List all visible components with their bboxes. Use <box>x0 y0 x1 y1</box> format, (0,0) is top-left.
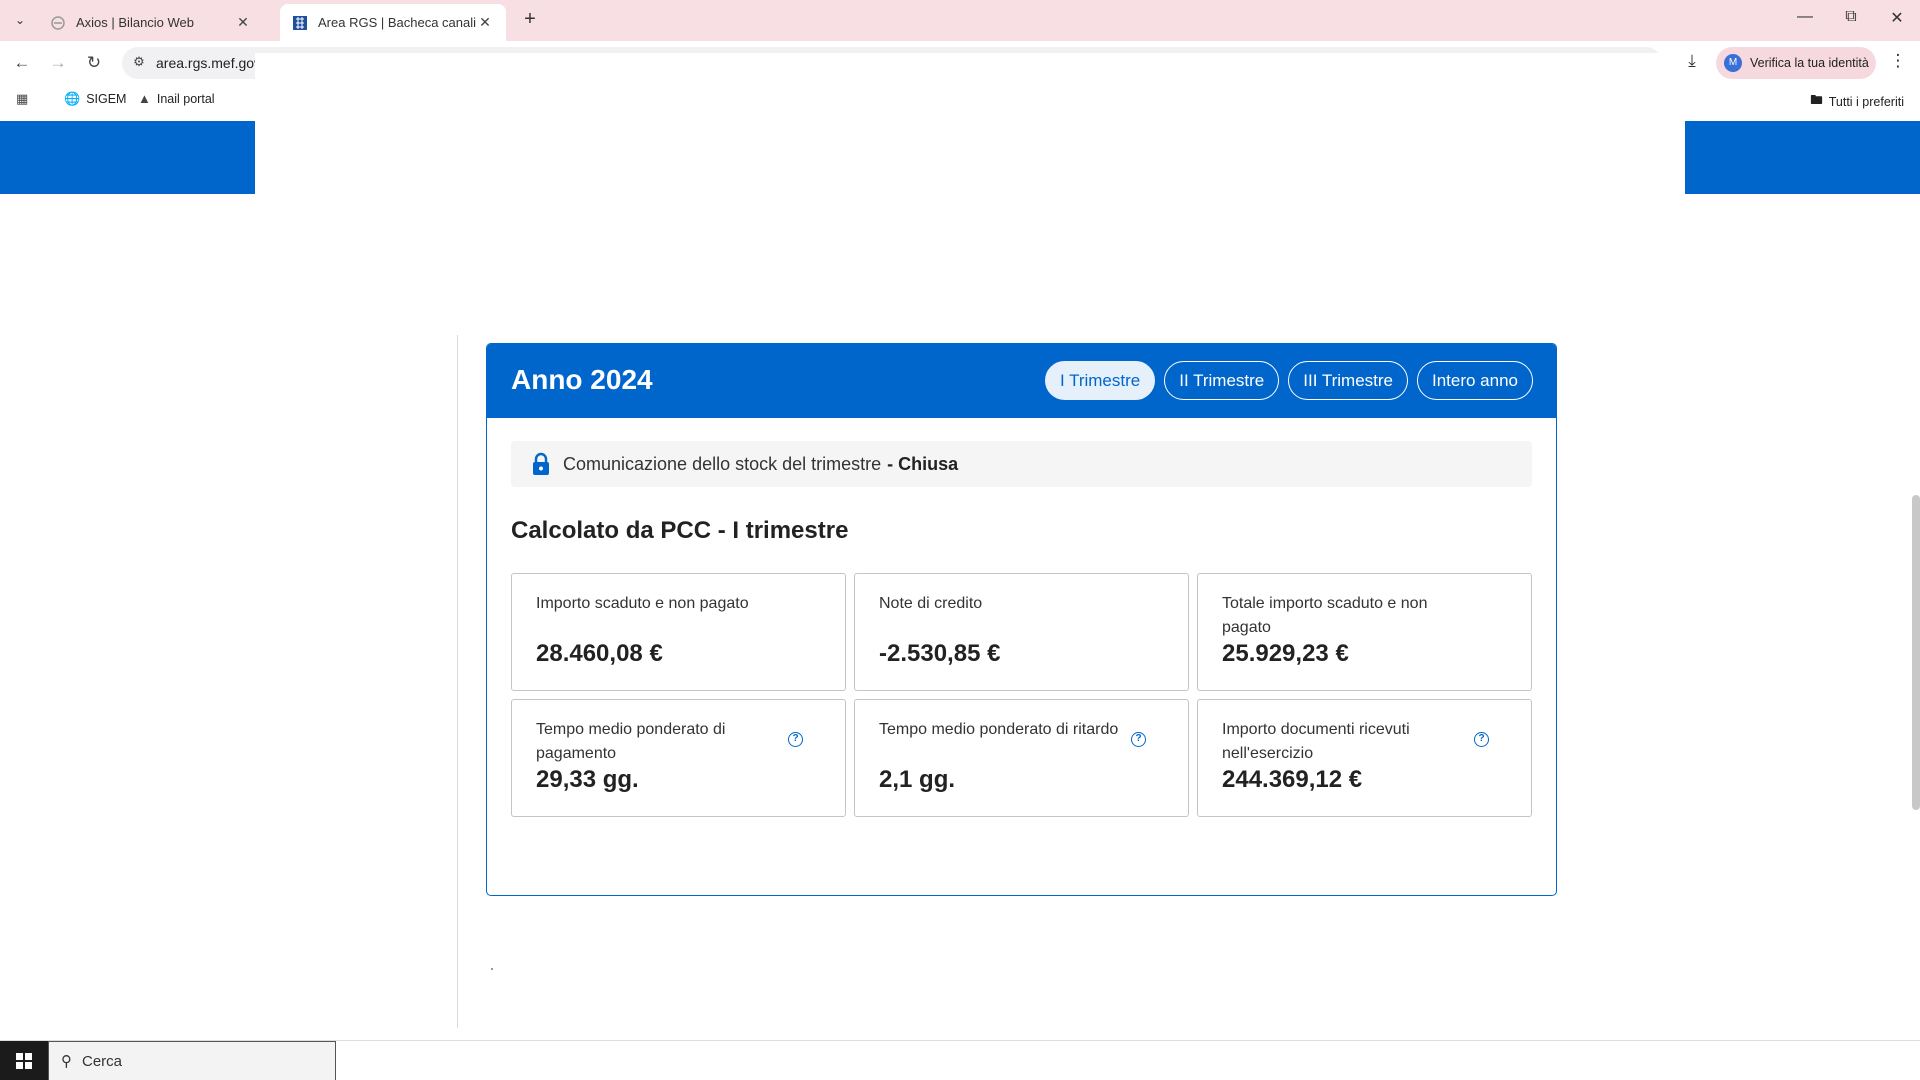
bookmark-inail[interactable]: ▲ Inail portal <box>138 91 215 106</box>
tab-intero-anno[interactable]: Intero anno <box>1416 361 1533 400</box>
card-header: Anno 2024 I Trimestre II Trimestre III T… <box>487 344 1556 418</box>
metric-card: Importo documenti ricevuti nell'esercizi… <box>1197 699 1532 817</box>
metric-value: -2.530,85 € <box>879 640 1001 667</box>
metric-value: 28.460,08 € <box>536 640 663 667</box>
back-arrow-icon[interactable]: ← <box>10 51 34 75</box>
metrics-grid: Importo scaduto e non pagato 28.460,08 €… <box>511 573 1532 817</box>
tab-title: Axios | Bilancio Web <box>76 15 195 30</box>
metric-card: Tempo medio ponderato di ritardo ? 2,1 g… <box>854 699 1189 817</box>
year-summary-card: Anno 2024 I Trimestre II Trimestre III T… <box>486 343 1557 896</box>
metric-card: Tempo medio ponderato di pagamento ? 29,… <box>511 699 846 817</box>
rgs-favicon-icon <box>293 15 307 30</box>
profile-button[interactable]: M Verifica la tua identità <box>1716 47 1876 79</box>
metric-label: Tempo medio ponderato di pagamento <box>536 721 726 762</box>
browser-tab-strip: ⌄ Axios | Bilancio Web ✕ Area RGS | Bach… <box>0 0 1920 41</box>
folder-icon: 🖿 <box>1810 93 1823 107</box>
more-menu-icon[interactable]: ⋮ <box>1888 51 1908 71</box>
profile-label: Verifica la tua identità <box>1750 56 1869 70</box>
metric-card: Importo scaduto e non pagato 28.460,08 € <box>511 573 846 691</box>
tab-search-chevron-icon[interactable]: ⌄ <box>8 10 32 30</box>
avatar: M <box>1724 54 1742 72</box>
url-text: area.rgs.mef.gov <box>156 55 262 71</box>
metric-value: 25.929,23 € <box>1222 640 1349 667</box>
tab-iii-trimestre[interactable]: III Trimestre <box>1288 361 1408 400</box>
scrollbar-thumb[interactable] <box>1912 495 1920 810</box>
bookmark-label: SIGEM <box>86 92 127 106</box>
site-info-icon[interactable]: ⚙ <box>130 54 148 70</box>
metric-label: Importo scaduto e non pagato <box>536 595 749 612</box>
help-question-icon[interactable]: ? <box>1474 732 1489 747</box>
metric-label: Importo documenti ricevuti nell'esercizi… <box>1222 721 1410 762</box>
metric-card: Totale importo scaduto e non pagato 25.9… <box>1197 573 1532 691</box>
browser-tab-bilancio[interactable]: Axios | Bilancio Web ✕ <box>38 4 264 41</box>
metric-value: 29,33 gg. <box>536 766 639 793</box>
bookmark-label: Inail portal <box>156 91 215 106</box>
new-tab-plus-icon[interactable]: + <box>518 8 542 31</box>
globe-icon: 🌐 <box>64 91 81 106</box>
metric-label: Tempo medio ponderato di ritardo <box>879 721 1119 738</box>
search-placeholder: Cerca <box>82 1052 123 1070</box>
start-button[interactable] <box>0 1041 48 1080</box>
restore-icon[interactable]: ⧉ <box>1836 8 1866 26</box>
all-bookmarks[interactable]: 🖿 Tutti i preferiti <box>1810 91 1904 112</box>
site-header-band <box>0 121 255 194</box>
forward-arrow-icon[interactable]: → <box>46 51 70 75</box>
tab-i-trimestre[interactable]: I Trimestre <box>1044 361 1156 400</box>
axios-favicon-icon <box>51 15 65 30</box>
metric-card: Note di credito -2.530,85 € <box>854 573 1189 691</box>
all-bookmarks-label: Tutti i preferiti <box>1828 94 1904 109</box>
overlay-panel <box>255 53 1685 193</box>
metric-label: Totale importo scaduto e non pagato <box>1222 595 1428 636</box>
status-separator: - <box>887 453 894 474</box>
window-close-icon[interactable]: ✕ <box>1882 8 1912 28</box>
taskbar: ⚲ Cerca <box>0 1040 1920 1080</box>
lock-icon <box>533 452 549 475</box>
taskbar-search-input[interactable]: ⚲ Cerca <box>48 1041 336 1080</box>
period-tabs: I Trimestre II Trimestre III Trimestre I… <box>1044 361 1533 400</box>
apps-grid-icon[interactable]: ▦ <box>16 91 34 107</box>
status-text: Comunicazione dello stock del trimestre <box>563 453 882 474</box>
search-icon: ⚲ <box>61 1053 72 1070</box>
section-title: Calcolato da PCC - I trimestre <box>511 517 849 544</box>
help-question-icon[interactable]: ? <box>1131 732 1146 747</box>
site-header-band <box>1685 121 1920 194</box>
reload-icon[interactable]: ↻ <box>82 51 106 75</box>
metric-label: Note di credito <box>879 595 983 612</box>
help-question-icon[interactable]: ? <box>788 732 803 747</box>
windows-logo-icon <box>16 1053 32 1069</box>
inail-icon: ▲ <box>138 91 151 106</box>
status-banner: Comunicazione dello stock del trimestre … <box>511 441 1532 487</box>
close-tab-icon[interactable]: ✕ <box>234 14 252 31</box>
bookmark-sigem[interactable]: 🌐 SIGEM <box>64 91 126 107</box>
metric-value: 2,1 gg. <box>879 766 956 793</box>
card-title: Anno 2024 <box>511 364 653 395</box>
stray-dot <box>491 968 493 970</box>
tab-title: Area RGS | Bacheca canali <box>318 15 476 30</box>
minimize-icon[interactable]: — <box>1790 8 1820 26</box>
divider <box>457 335 458 1028</box>
close-tab-icon[interactable]: ✕ <box>476 14 494 31</box>
status-value: Chiusa <box>898 453 959 474</box>
metric-value: 244.369,12 € <box>1222 766 1363 793</box>
browser-tab-rgs[interactable]: Area RGS | Bacheca canali ✕ <box>280 4 506 41</box>
tab-ii-trimestre[interactable]: II Trimestre <box>1164 361 1280 400</box>
